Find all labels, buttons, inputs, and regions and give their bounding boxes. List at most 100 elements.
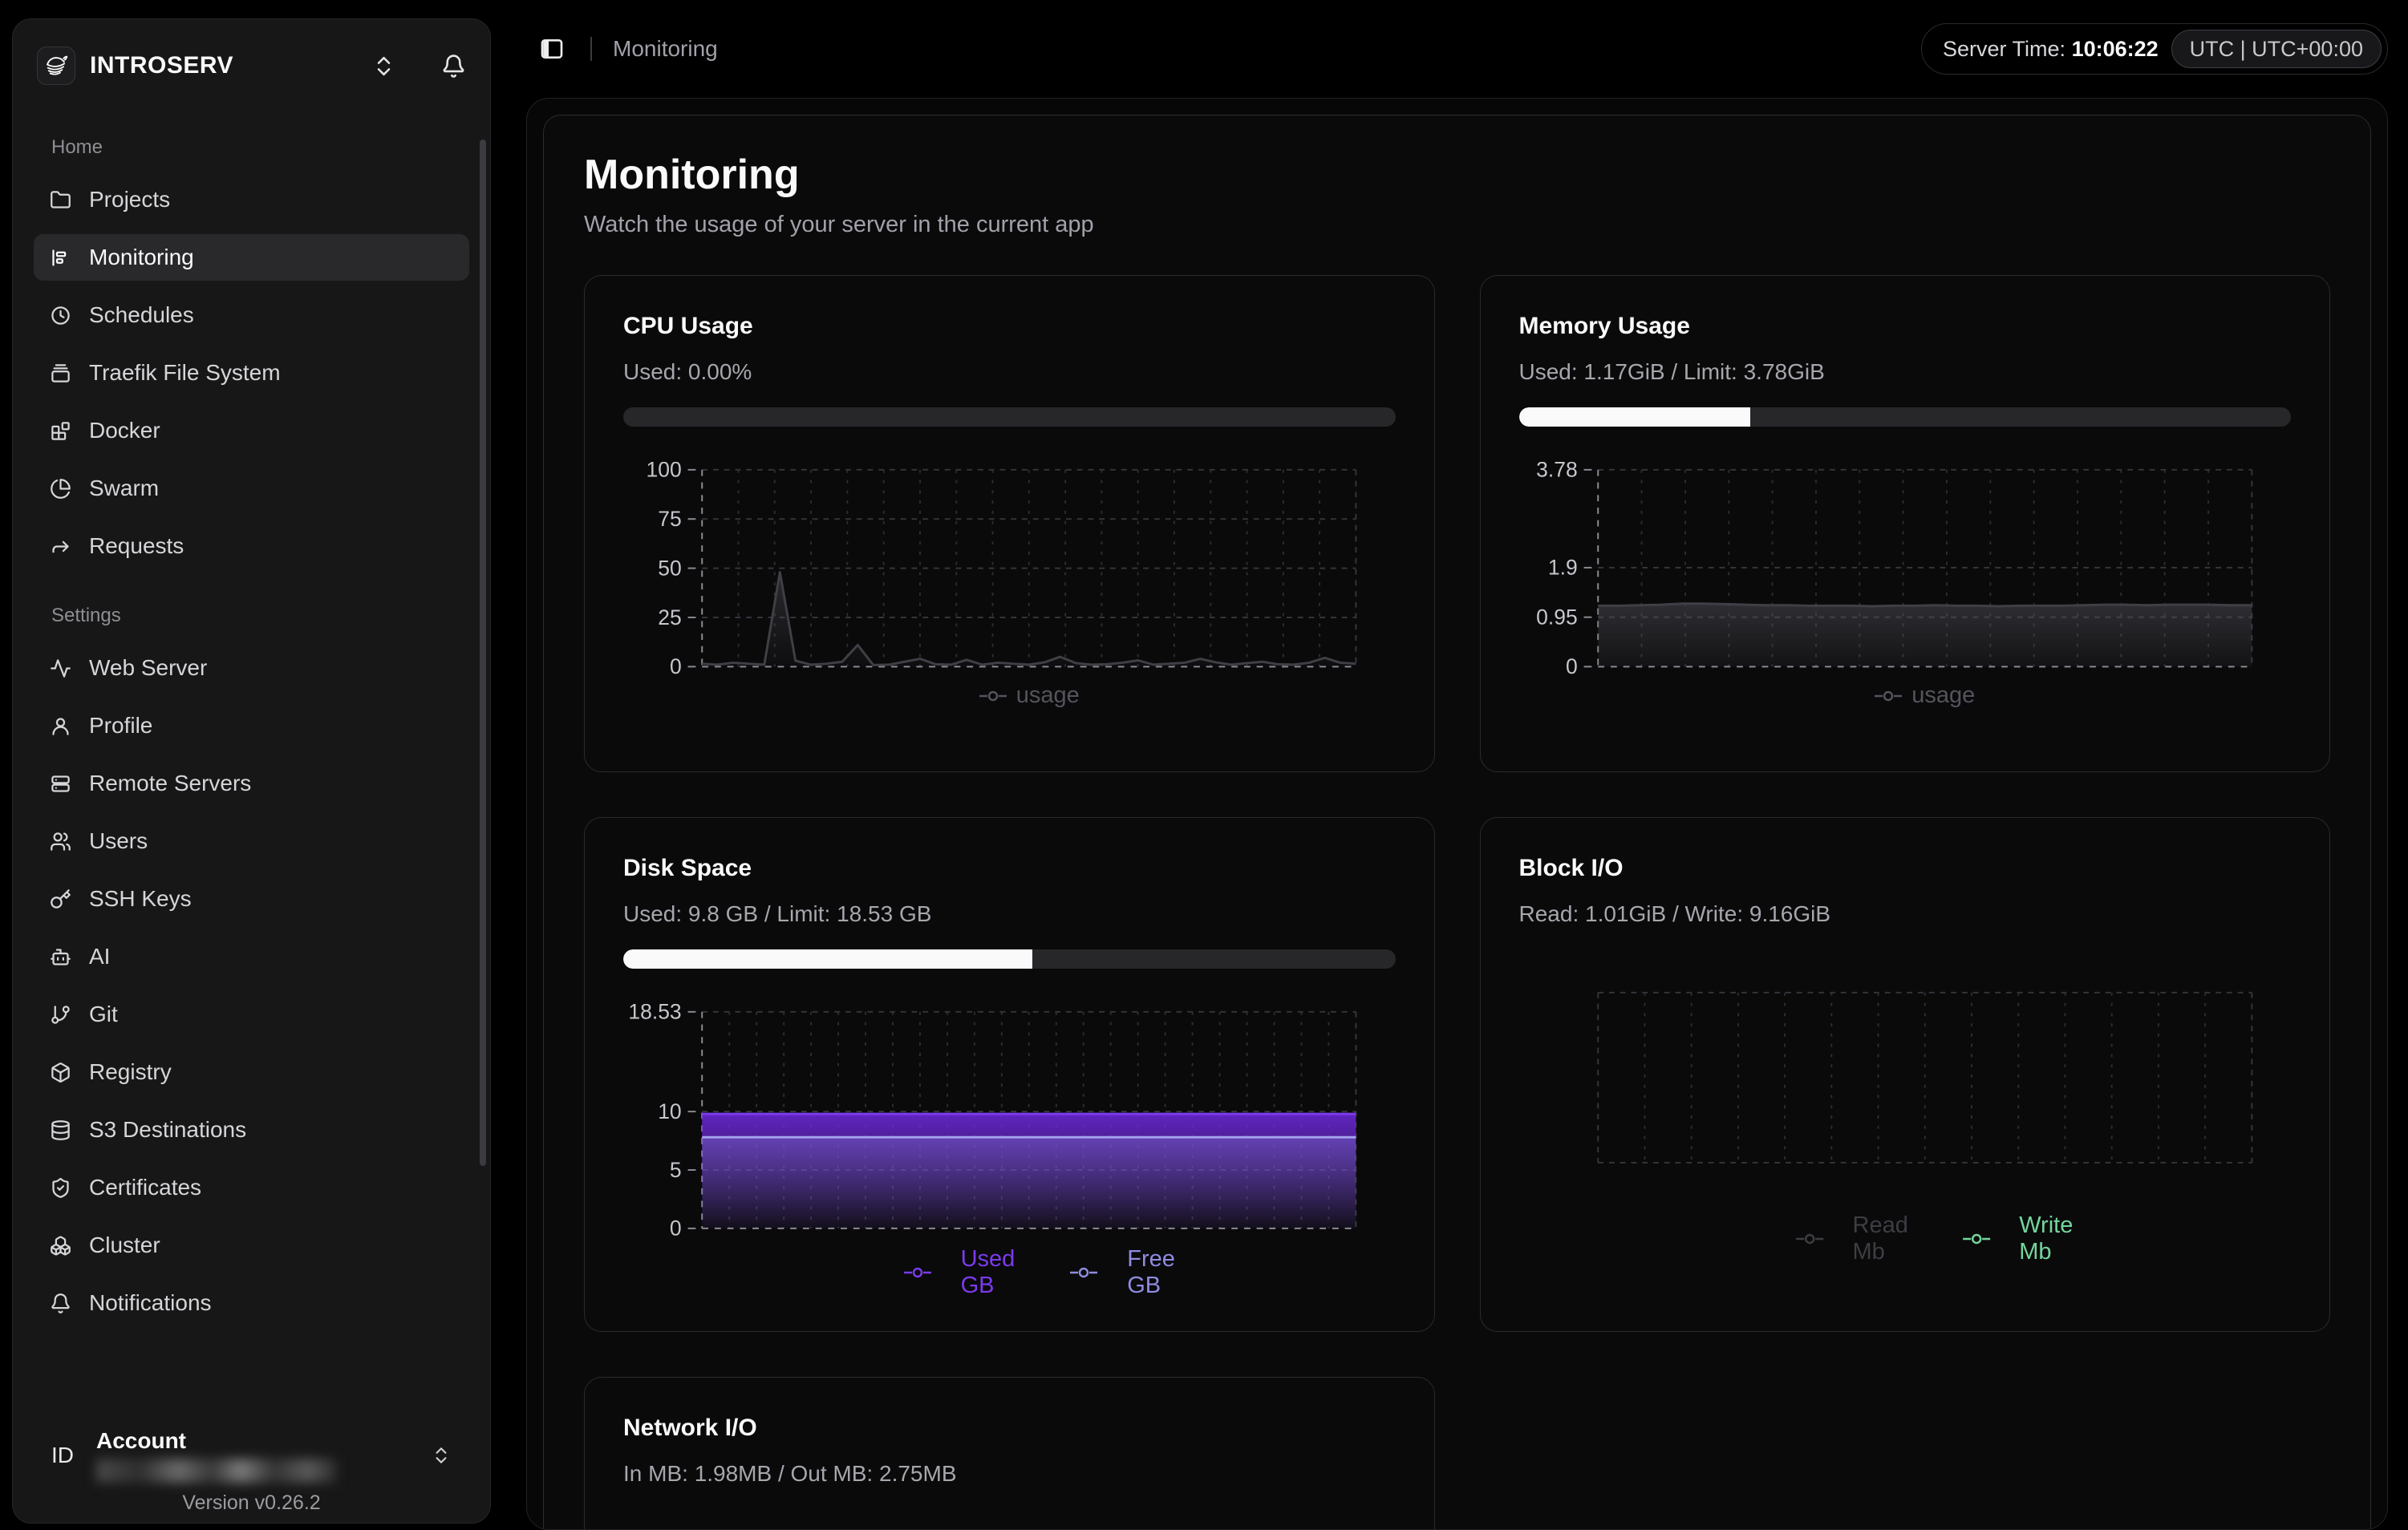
- legend-free-gb[interactable]: Free GB: [1050, 1246, 1175, 1299]
- sidebar-item-label: Certificates: [89, 1175, 201, 1200]
- sidebar-toggle-button[interactable]: [534, 31, 570, 67]
- cpu-usage-title: CPU Usage: [623, 313, 1396, 340]
- memory-chart: 00.951.93.78usage: [1519, 462, 2292, 709]
- sidebar: INTROSERV Home Projects Monitoring Schedule…: [12, 18, 491, 1524]
- account-avatar: ID: [51, 1443, 74, 1468]
- whale-logo-icon: [43, 52, 70, 79]
- cpu-chart: 0255075100usage: [623, 462, 1396, 709]
- database-icon: [50, 1119, 71, 1141]
- sidebar-item-ai[interactable]: AI: [34, 933, 469, 980]
- block-chart: Read Mb Write Mb: [1519, 985, 2292, 1265]
- legend-write-mb[interactable]: Write Mb: [1944, 1212, 2073, 1265]
- card-memory-usage: Memory Usage Used: 1.17GiB / Limit: 3.78G…: [1480, 275, 2331, 772]
- sidebar-item-label: Users: [89, 828, 148, 854]
- sidebar-item-monitoring[interactable]: Monitoring: [34, 234, 469, 281]
- memory-usage-progress: [1519, 407, 2292, 427]
- server-time-text: Server Time: 10:06:22: [1943, 37, 2159, 62]
- card-block-i-o: Block I/ORead: 1.01GiB / Write: 9.16GiBR…: [1480, 817, 2331, 1332]
- block-i-o-stat: Read: 1.01GiB / Write: 9.16GiB: [1519, 901, 2292, 927]
- svg-text:1.9: 1.9: [1547, 556, 1577, 580]
- sidebar-item-notifications[interactable]: Notifications: [34, 1280, 469, 1326]
- cards-grid: CPU Usage Used: 0.00% 0255075100usage Memor…: [584, 275, 2330, 1530]
- sidebar-item-requests[interactable]: Requests: [34, 523, 469, 569]
- breadcrumb: Monitoring: [613, 36, 718, 62]
- monitoring-panel: Monitoring Watch the usage of your serve…: [543, 115, 2371, 1530]
- sidebar-item-certificates[interactable]: Certificates: [34, 1164, 469, 1211]
- sidebar-scrollbar[interactable]: [480, 140, 486, 1166]
- nav-section-label: Home: [34, 136, 469, 159]
- sidebar-item-git[interactable]: Git: [34, 991, 469, 1038]
- server-icon: [50, 773, 71, 795]
- blocks-icon: [50, 420, 71, 442]
- folder-icon: [50, 189, 71, 211]
- key-icon: [50, 888, 71, 910]
- network-i-o-title: Network I/O: [623, 1415, 1396, 1442]
- sidebar-nav: Home Projects Monitoring Schedules Traefik F…: [34, 136, 469, 1326]
- sidebar-item-label: Profile: [89, 713, 152, 739]
- sidebar-item-label: Projects: [89, 187, 170, 212]
- timezone-badge: UTC | UTC+00:00: [2171, 30, 2382, 68]
- account-switcher[interactable]: ID Account: [34, 1428, 469, 1483]
- sidebar-item-remote-servers[interactable]: Remote Servers: [34, 760, 469, 807]
- bell-icon[interactable]: [441, 54, 466, 79]
- disk-chart: 051018.53Used GBFree GB: [623, 1004, 1396, 1299]
- sidebar-item-profile[interactable]: Profile: [34, 702, 469, 749]
- sidebar-item-label: AI: [89, 944, 110, 969]
- sidebar-item-label: Schedules: [89, 302, 194, 328]
- legend-usage[interactable]: usage: [979, 682, 1080, 709]
- clock-icon: [50, 305, 71, 326]
- account-email-redacted: [96, 1459, 337, 1483]
- page-subtitle: Watch the usage of your server in the cu…: [584, 212, 2330, 238]
- legend-line-icon: [1944, 1232, 2009, 1245]
- nav-section-label: Settings: [34, 605, 469, 627]
- main-area: Monitoring Server Time: 10:06:22 UTC | U…: [491, 0, 2408, 1530]
- cpu-usage-stat: Used: 0.00%: [623, 359, 1396, 385]
- sidebar-item-ssh-keys[interactable]: SSH Keys: [34, 876, 469, 922]
- sidebar-item-schedules[interactable]: Schedules: [34, 292, 469, 338]
- activity-icon: [50, 658, 71, 679]
- users-icon: [50, 831, 71, 852]
- card-network-i-o: Network I/OIn MB: 1.98MB / Out MB: 2.75M…: [584, 1377, 1435, 1530]
- legend-line-icon: [1050, 1266, 1117, 1279]
- svg-text:5: 5: [670, 1158, 682, 1182]
- cpu-usage-progress: [623, 407, 1396, 427]
- sidebar-item-cluster[interactable]: Cluster: [34, 1222, 469, 1269]
- legend-used-gb[interactable]: Used GB: [884, 1246, 1015, 1299]
- legend-read-mb[interactable]: Read Mb: [1777, 1212, 1908, 1265]
- package-icon: [50, 1062, 71, 1083]
- brand-name: INTROSERV: [90, 52, 233, 79]
- disk-space-title: Disk Space: [623, 855, 1396, 882]
- sidebar-item-label: SSH Keys: [89, 886, 192, 912]
- panel-left-icon: [539, 36, 565, 62]
- sidebar-item-traefik-file-system[interactable]: Traefik File System: [34, 350, 469, 396]
- disk-space-progress: [623, 949, 1396, 969]
- chevrons-up-down-icon[interactable]: [371, 54, 396, 79]
- sidebar-item-label: Git: [89, 1002, 118, 1027]
- topbar: Monitoring Server Time: 10:06:22 UTC | U…: [526, 0, 2388, 98]
- sidebar-item-web-server[interactable]: Web Server: [34, 645, 469, 691]
- sidebar-item-users[interactable]: Users: [34, 818, 469, 864]
- server-time-pill: Server Time: 10:06:22 UTC | UTC+00:00: [1921, 23, 2388, 75]
- app-version: Version v0.26.2: [13, 1492, 490, 1515]
- memory-usage-title: Memory Usage: [1519, 313, 2292, 340]
- sidebar-item-projects[interactable]: Projects: [34, 176, 469, 223]
- sidebar-item-swarm[interactable]: Swarm: [34, 465, 469, 512]
- svg-text:0: 0: [670, 1216, 682, 1240]
- legend-line-icon: [884, 1266, 951, 1279]
- legend-line-icon: [979, 690, 1007, 702]
- sidebar-item-registry[interactable]: Registry: [34, 1049, 469, 1095]
- boxes-icon: [50, 1235, 71, 1257]
- svg-text:10: 10: [658, 1099, 681, 1123]
- account-name: Account: [96, 1428, 337, 1454]
- legend-line-icon: [1777, 1232, 1842, 1245]
- sidebar-item-docker[interactable]: Docker: [34, 407, 469, 454]
- svg-text:0: 0: [1565, 654, 1577, 678]
- svg-text:25: 25: [658, 605, 681, 629]
- memory-usage-stat: Used: 1.17GiB / Limit: 3.78GiB: [1519, 359, 2292, 385]
- org-switcher[interactable]: INTROSERV: [34, 47, 469, 85]
- shield-check-icon: [50, 1177, 71, 1199]
- card-cpu-usage: CPU Usage Used: 0.00% 0255075100usage: [584, 275, 1435, 772]
- svg-text:75: 75: [658, 507, 681, 531]
- sidebar-item-s3-destinations[interactable]: S3 Destinations: [34, 1107, 469, 1153]
- legend-usage[interactable]: usage: [1875, 682, 1975, 709]
